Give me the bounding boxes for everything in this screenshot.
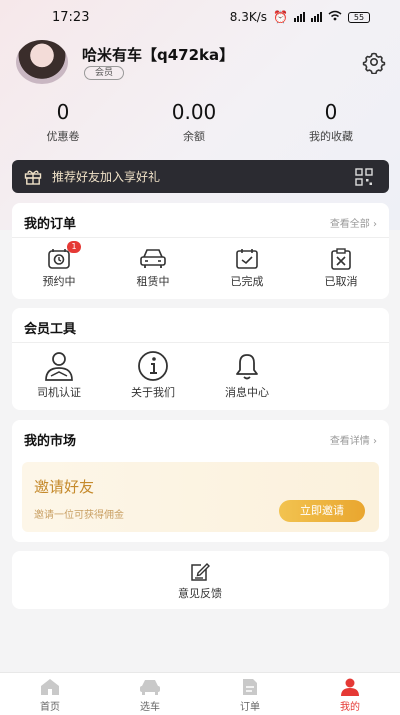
referral-banner[interactable]: 推荐好友加入享好礼 <box>12 160 389 193</box>
info-icon <box>138 351 168 381</box>
tool-driver-auth[interactable]: 司机认证 <box>19 350 99 400</box>
stat-balance-value: 0.00 <box>171 100 217 124</box>
market-view-details[interactable]: 查看详情 › <box>330 432 377 447</box>
stat-favorites[interactable]: 0 我的收藏 <box>271 100 391 144</box>
orders-card: 我的订单 查看全部 › 1 预约中 租赁中 已完成 已取消 <box>12 203 389 299</box>
status-time: 17:23 <box>52 9 90 25</box>
invite-now-button[interactable]: 立即邀请 <box>279 500 365 522</box>
settings-gear-icon[interactable] <box>362 50 386 74</box>
tab-home[interactable]: 首页 <box>15 678 85 713</box>
profile-header: 哈米有车【q472ka】 会员 <box>16 40 386 84</box>
tool-message-center[interactable]: 消息中心 <box>207 350 287 400</box>
orders-view-all[interactable]: 查看全部 › <box>330 215 377 230</box>
calendar-check-icon <box>236 249 258 269</box>
invite-panel: 邀请好友 邀请一位可获得佣金 立即邀请 <box>22 462 379 532</box>
order-booking-label: 预约中 <box>42 275 76 288</box>
order-cancelled[interactable]: 已取消 <box>301 247 381 289</box>
stat-coupon-value: 0 <box>56 100 70 124</box>
invite-title: 邀请好友 <box>34 478 95 496</box>
order-renting-label: 租赁中 <box>136 275 170 288</box>
tab-mine-label: 我的 <box>340 702 360 713</box>
tool-message-center-label: 消息中心 <box>225 386 269 399</box>
network-speed: 8.3K/s <box>229 10 268 24</box>
stat-balance-label: 余额 <box>183 130 205 143</box>
market-title: 我的市场 <box>24 434 77 449</box>
invite-subtitle: 邀请一位可获得佣金 <box>34 510 124 521</box>
battery-icon: 55 <box>348 11 370 23</box>
order-completed[interactable]: 已完成 <box>207 247 287 289</box>
feedback-label: 意见反馈 <box>178 587 222 600</box>
stat-balance[interactable]: 0.00 余额 <box>134 100 254 144</box>
alarm-status-icon: ⏰ <box>273 10 288 24</box>
user-icon <box>341 678 359 696</box>
member-tools-card: 会员工具 司机认证 关于我们 消息中心 <box>12 308 389 410</box>
feedback-item[interactable]: 意见反馈 <box>160 561 240 601</box>
orders-title: 我的订单 <box>24 217 77 232</box>
order-completed-label: 已完成 <box>230 275 264 288</box>
market-view-details-label: 查看详情 <box>329 436 370 447</box>
order-cancelled-label: 已取消 <box>324 275 358 288</box>
tool-about-us[interactable]: 关于我们 <box>113 350 193 400</box>
order-icon <box>243 679 257 695</box>
order-booking[interactable]: 1 预约中 <box>19 241 99 289</box>
stat-coupon[interactable]: 0 优惠卷 <box>3 100 123 144</box>
tab-select-car[interactable]: 选车 <box>115 678 185 713</box>
tab-orders[interactable]: 订单 <box>215 678 285 713</box>
signal-icon-2 <box>311 12 322 22</box>
gift-icon <box>24 170 42 185</box>
tools-divider <box>12 342 389 343</box>
status-icons: 8.3K/s ⏰ 55 <box>230 10 370 24</box>
order-booking-badge: 1 <box>67 241 81 253</box>
banner-text: 推荐好友加入享好礼 <box>52 170 161 184</box>
username: 哈米有车【q472ka】 <box>82 46 235 64</box>
car-icon <box>140 249 166 268</box>
order-renting[interactable]: 租赁中 <box>113 247 193 289</box>
market-card: 我的市场 查看详情 › 邀请好友 邀请一位可获得佣金 立即邀请 <box>12 420 389 542</box>
bell-icon <box>236 354 258 380</box>
tool-driver-auth-label: 司机认证 <box>37 386 81 399</box>
tab-select-car-label: 选车 <box>140 702 160 713</box>
clipboard-x-icon <box>331 248 351 270</box>
feedback-card[interactable]: 意见反馈 <box>12 551 389 609</box>
status-bar: 17:23 8.3K/s ⏰ 55 <box>0 0 400 34</box>
orders-divider <box>12 237 389 238</box>
stats-row: 0 优惠卷 0.00 余额 0 我的收藏 <box>0 100 400 150</box>
signal-icon <box>294 12 305 22</box>
tools-title: 会员工具 <box>24 322 77 337</box>
edit-note-icon <box>191 563 210 581</box>
qr-code-icon[interactable] <box>355 168 373 186</box>
home-icon <box>41 679 59 695</box>
tool-about-us-label: 关于我们 <box>131 386 175 399</box>
stat-favorites-label: 我的收藏 <box>309 130 353 143</box>
car-icon <box>140 680 160 695</box>
tab-mine[interactable]: 我的 <box>315 678 385 713</box>
tab-orders-label: 订单 <box>240 702 260 713</box>
orders-view-all-label: 查看全部 <box>329 219 370 230</box>
driver-icon <box>45 352 73 381</box>
bottom-tab-bar: 首页 选车 订单 我的 <box>0 672 400 715</box>
avatar[interactable] <box>16 40 68 84</box>
tab-home-label: 首页 <box>40 702 60 713</box>
stat-favorites-value: 0 <box>324 100 338 124</box>
member-tag: 会员 <box>84 66 125 80</box>
wifi-icon <box>328 10 342 24</box>
stat-coupon-label: 优惠卷 <box>46 130 80 143</box>
